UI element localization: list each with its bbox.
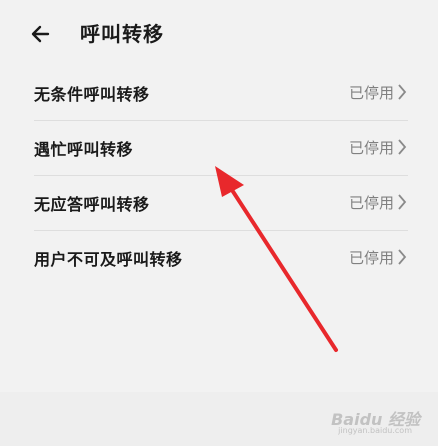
item-label: 用户不可及呼叫转移 [34, 250, 183, 269]
chevron-right-icon [398, 139, 407, 155]
chevron-right-icon [398, 84, 407, 100]
forward-unconditional-item[interactable]: 无条件呼叫转移 已停用 [0, 66, 438, 121]
item-status: 已停用 [348, 194, 394, 212]
back-arrow-icon[interactable] [30, 20, 54, 48]
forward-no-answer-item[interactable]: 无应答呼叫转移 已停用 [0, 176, 438, 231]
call-forwarding-list: 无条件呼叫转移 已停用 遇忙呼叫转移 已停用 无应答呼叫转移 已停用 用户不可及… [0, 66, 438, 286]
forward-when-busy-item[interactable]: 遇忙呼叫转移 已停用 [0, 121, 438, 176]
baidu-watermark-url: jingyan.baidu.com [338, 426, 412, 435]
chevron-right-icon [398, 249, 407, 265]
item-status: 已停用 [348, 84, 394, 102]
page-title: 呼叫转移 [80, 22, 164, 46]
top-bar: 呼叫转移 [0, 0, 438, 66]
forward-unreachable-item[interactable]: 用户不可及呼叫转移 已停用 [0, 231, 438, 286]
chevron-right-icon [398, 194, 407, 210]
item-label: 遇忙呼叫转移 [34, 140, 134, 159]
item-label: 无应答呼叫转移 [34, 195, 150, 214]
item-label: 无条件呼叫转移 [34, 85, 150, 104]
item-status: 已停用 [348, 249, 394, 267]
item-status: 已停用 [348, 139, 394, 157]
